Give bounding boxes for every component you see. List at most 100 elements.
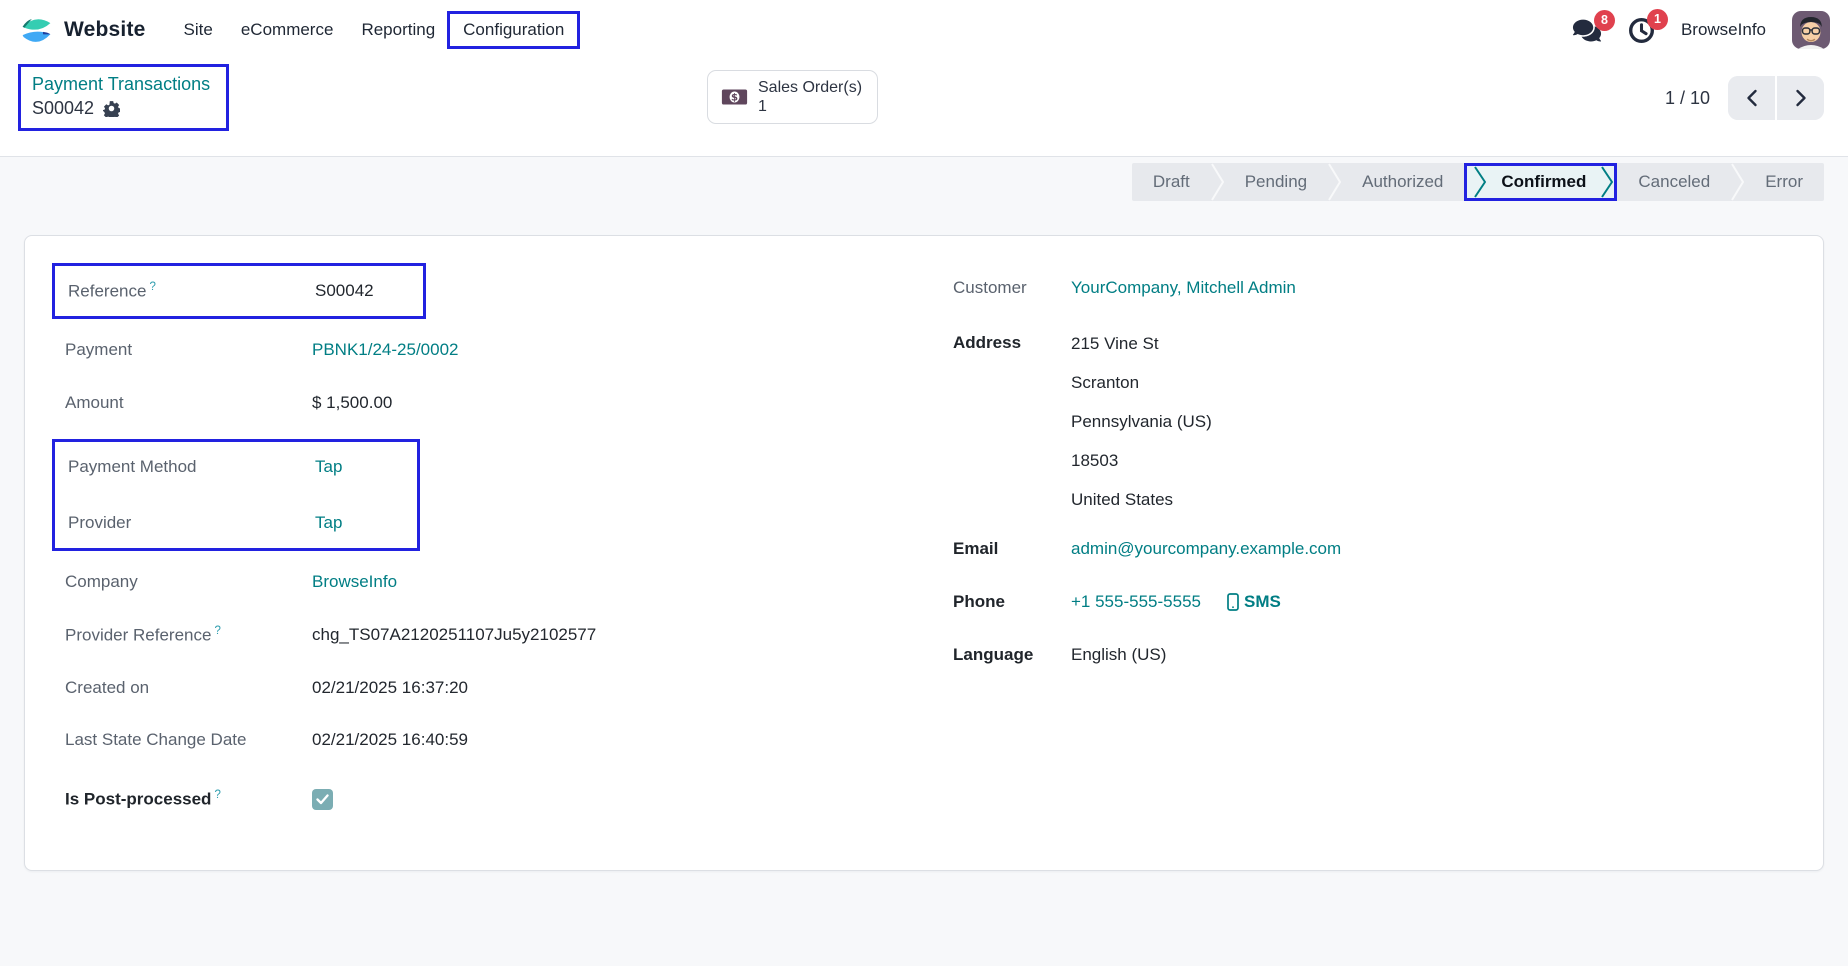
app-switcher-button[interactable]: Website — [18, 12, 146, 49]
breadcrumb-current-record: S00042 — [32, 98, 94, 119]
pager-counter: 1 / 10 — [1665, 88, 1710, 109]
last-state-change-value: 02/21/2025 16:40:59 — [312, 724, 690, 756]
address-label: Address — [953, 324, 1071, 362]
help-marker-icon: ? — [214, 789, 220, 801]
app-header: Website Site eCommerce Reporting Configu… — [0, 0, 1848, 157]
status-draft[interactable]: Draft — [1132, 163, 1211, 201]
company-value-link[interactable]: BrowseInfo — [312, 572, 690, 592]
status-canceled[interactable]: Canceled — [1617, 163, 1731, 201]
last-state-change-label: Last State Change Date — [65, 724, 312, 756]
pager-next-button[interactable] — [1777, 76, 1824, 120]
website-app-logo-icon — [18, 12, 55, 49]
customer-value-link[interactable]: YourCompany, Mitchell Admin — [1071, 278, 1783, 298]
amount-value: $ 1,500.00 — [312, 393, 690, 413]
gear-icon[interactable] — [103, 100, 120, 117]
language-label: Language — [953, 645, 1071, 665]
address-value: 215 Vine St Scranton Pennsylvania (US) 1… — [1071, 324, 1783, 519]
messages-button[interactable]: 8 — [1572, 18, 1602, 43]
field-provider: Provider Tap — [68, 506, 417, 540]
amount-label: Amount — [65, 393, 312, 413]
app-name: Website — [64, 18, 146, 42]
is-post-processed-checkbox[interactable] — [312, 789, 333, 810]
menu-reporting[interactable]: Reporting — [347, 13, 449, 47]
statusbar-separator-icon — [1731, 163, 1744, 201]
address-street: 215 Vine St — [1071, 324, 1783, 363]
breadcrumb-parent-link[interactable]: Payment Transactions — [32, 74, 210, 95]
payment-label: Payment — [65, 340, 312, 360]
statusbar-active-chevron-icon — [1601, 166, 1613, 198]
field-is-post-processed: Is Post-processed? — [65, 782, 690, 816]
form-sheet: Reference? S00042 Payment PBNK1/24-25/00… — [24, 235, 1824, 871]
status-confirmed: Confirmed — [1486, 172, 1601, 192]
statusbar: Draft Pending Authorized Confirmed Cance… — [1132, 163, 1824, 201]
field-customer: Customer YourCompany, Mitchell Admin — [953, 271, 1783, 305]
user-avatar[interactable] — [1792, 11, 1830, 49]
field-created-on: Created on 02/21/2025 16:37:20 — [65, 671, 690, 705]
payment-method-value-link[interactable]: Tap — [315, 457, 417, 477]
money-bill-icon: $ — [721, 88, 748, 106]
messages-badge: 8 — [1594, 10, 1615, 31]
pager-previous-button[interactable] — [1728, 76, 1775, 120]
status-pending[interactable]: Pending — [1224, 163, 1328, 201]
created-on-label: Created on — [65, 678, 312, 698]
statusbar-separator-icon — [1328, 163, 1341, 201]
systray: 8 1 BrowseInfo — [1572, 11, 1830, 49]
field-payment: Payment PBNK1/24-25/0002 — [65, 333, 690, 367]
statusbar-separator-icon — [1211, 163, 1224, 201]
check-icon — [316, 794, 329, 805]
payment-value-link[interactable]: PBNK1/24-25/0002 — [312, 340, 690, 360]
field-payment-method: Payment Method Tap — [68, 450, 417, 484]
control-panel: Payment Transactions S00042 $ Sales Orde… — [0, 60, 1848, 157]
user-name[interactable]: BrowseInfo — [1681, 20, 1766, 40]
is-post-processed-label: Is Post-processed? — [65, 789, 312, 810]
activities-badge: 1 — [1647, 9, 1668, 30]
avatar-image-icon — [1792, 11, 1830, 49]
field-company: Company BrowseInfo — [65, 565, 690, 599]
help-marker-icon: ? — [214, 625, 220, 637]
customer-label: Customer — [953, 278, 1071, 298]
phone-value-link[interactable]: +1 555-555-5555 — [1071, 592, 1201, 612]
svg-text:$: $ — [731, 93, 738, 104]
address-zip: 18503 — [1071, 441, 1783, 480]
email-value-link[interactable]: admin@yourcompany.example.com — [1071, 539, 1783, 559]
record-pager: 1 / 10 — [1665, 76, 1824, 120]
form-left-column: Reference? S00042 Payment PBNK1/24-25/00… — [65, 263, 690, 835]
help-marker-icon: ? — [149, 281, 155, 293]
stat-button-label: Sales Order(s) — [758, 78, 862, 97]
menu-ecommerce[interactable]: eCommerce — [227, 13, 348, 47]
field-address: Address 215 Vine St Scranton Pennsylvani… — [953, 324, 1783, 519]
company-label: Company — [65, 572, 312, 592]
provider-value-link[interactable]: Tap — [315, 513, 417, 533]
phone-label: Phone — [953, 592, 1071, 612]
activities-button[interactable]: 1 — [1628, 17, 1655, 44]
chevron-left-icon — [1745, 89, 1759, 107]
reference-value[interactable]: S00042 — [315, 281, 423, 301]
breadcrumb: Payment Transactions S00042 — [18, 64, 229, 131]
field-phone: Phone +1 555-555-5555 SMS — [953, 585, 1783, 619]
created-on-value: 02/21/2025 16:37:20 — [312, 678, 690, 698]
menu-site[interactable]: Site — [170, 13, 227, 47]
provider-reference-value: chg_TS07A2120251107Ju5y2102577 — [312, 625, 690, 645]
reference-highlight-box: Reference? S00042 — [52, 263, 426, 319]
field-last-state-change: Last State Change Date 02/21/2025 16:40:… — [65, 724, 690, 758]
status-confirmed-active[interactable]: Confirmed — [1464, 163, 1617, 201]
field-amount: Amount $ 1,500.00 — [65, 386, 690, 420]
sms-label: SMS — [1244, 592, 1281, 612]
status-authorized[interactable]: Authorized — [1341, 163, 1464, 201]
form-status-area: Draft Pending Authorized Confirmed Cance… — [24, 163, 1824, 201]
stat-button-count: 1 — [758, 97, 862, 116]
status-error[interactable]: Error — [1744, 163, 1824, 201]
menu-configuration[interactable]: Configuration — [449, 13, 578, 47]
reference-label: Reference? — [68, 281, 315, 302]
statusbar-active-chevron-icon — [1474, 166, 1486, 198]
language-value: English (US) — [1071, 645, 1783, 665]
field-language: Language English (US) — [953, 638, 1783, 672]
address-city: Scranton — [1071, 363, 1783, 402]
address-country: United States — [1071, 480, 1783, 519]
field-reference: Reference? S00042 — [68, 274, 423, 308]
send-sms-button[interactable]: SMS — [1227, 592, 1281, 612]
provider-label: Provider — [68, 513, 315, 533]
sales-orders-stat-button[interactable]: $ Sales Order(s) 1 — [707, 70, 878, 124]
form-right-column: Customer YourCompany, Mitchell Admin Add… — [953, 263, 1783, 835]
chevron-right-icon — [1794, 89, 1808, 107]
